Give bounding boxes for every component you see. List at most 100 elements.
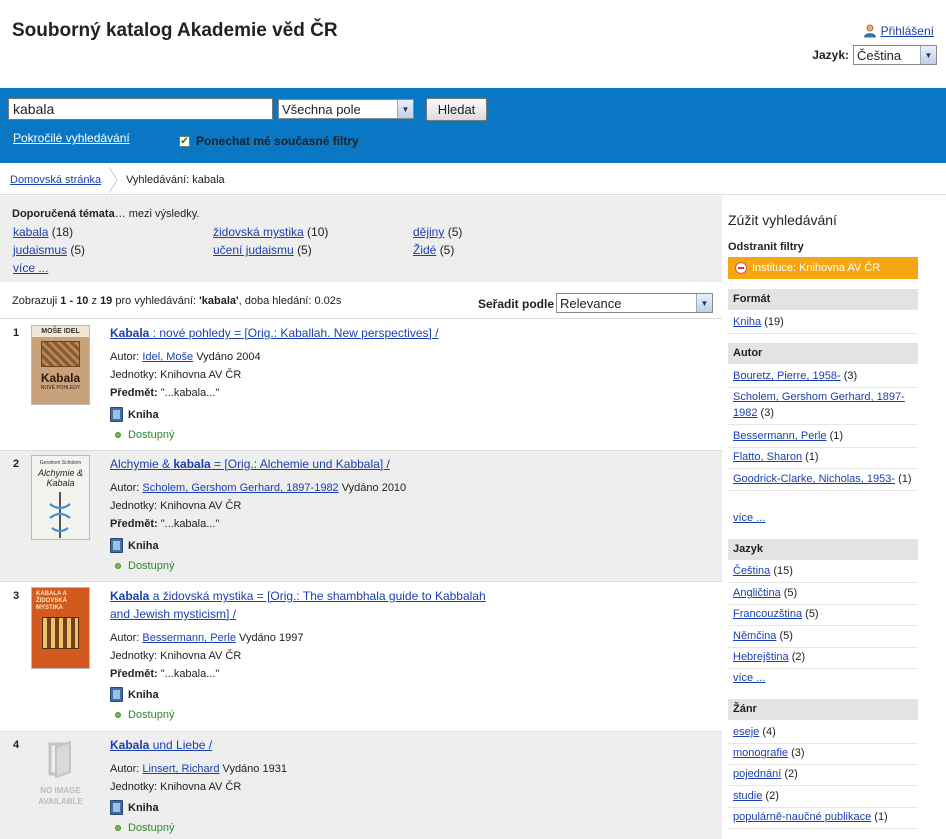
language-label: Jazyk: bbox=[812, 48, 849, 62]
no-image-icon bbox=[48, 740, 71, 779]
facet-item[interactable]: Čeština (15) bbox=[728, 560, 918, 583]
result-units: Jednotky: Knihovna AV ČR bbox=[110, 650, 242, 662]
facet-more-link[interactable]: více ... bbox=[728, 507, 918, 529]
sort-value: Relevance bbox=[560, 295, 622, 311]
breadcrumb-home[interactable]: Domovská stránka bbox=[10, 174, 101, 186]
book-icon bbox=[110, 538, 123, 553]
breadcrumb-separator-icon bbox=[108, 167, 118, 193]
remove-filter-icon[interactable] bbox=[735, 262, 747, 274]
topic-item[interactable]: judaismus (5) bbox=[13, 243, 85, 257]
facet-heading-language: Jazyk bbox=[728, 539, 918, 560]
language-select[interactable]: Čeština ▼ bbox=[853, 45, 937, 65]
book-cover[interactable]: KABALA A ŽIDOVSKÁ MYSTIKA bbox=[31, 587, 90, 669]
result-author: Autor: Bessermann, Perle Vydáno 1997 bbox=[110, 632, 304, 644]
facet-item[interactable]: Flatto, Sharon (1) bbox=[728, 446, 918, 469]
remove-filters-label: Odstranit filtry bbox=[728, 241, 804, 253]
chevron-down-icon: ▼ bbox=[397, 100, 413, 118]
search-field-value: Všechna pole bbox=[282, 101, 361, 117]
author-link[interactable]: Linsert, Richard bbox=[142, 763, 219, 775]
result-availability: Dostupný bbox=[115, 560, 174, 572]
topics-more-link[interactable]: více ... bbox=[13, 261, 48, 275]
result-units: Jednotky: Knihovna AV ČR bbox=[110, 781, 242, 793]
sort-label: Seřadit podle bbox=[478, 297, 555, 311]
site-title: Souborný katalog Akademie věd ČR bbox=[12, 20, 338, 41]
facet-item[interactable]: Angličtina (5) bbox=[728, 582, 918, 605]
search-button[interactable]: Hledat bbox=[426, 98, 487, 121]
result-format: Kniha bbox=[110, 407, 159, 422]
result-subject: Předmět: "...kabala..." bbox=[110, 668, 220, 680]
keep-filters-label: Ponechat mé současné filtry bbox=[196, 134, 359, 148]
facet-item[interactable]: Hebrejština (2) bbox=[728, 646, 918, 669]
facet-item[interactable]: Němčina (5) bbox=[728, 625, 918, 648]
result-count: Zobrazuji 1 - 10 z 19 pro vyhledávání: '… bbox=[12, 295, 342, 307]
facet-heading-author: Autor bbox=[728, 343, 918, 364]
search-input[interactable]: kabala bbox=[8, 98, 273, 120]
facet-item[interactable]: monografie (3) bbox=[728, 742, 918, 765]
result-units: Jednotky: Knihovna AV ČR bbox=[110, 369, 242, 381]
facet-item[interactable]: Francouzština (5) bbox=[728, 603, 918, 626]
book-icon bbox=[110, 800, 123, 815]
facet-item[interactable]: populárně-naučné publikace (1) bbox=[728, 806, 918, 829]
author-link[interactable]: Idel, Moše bbox=[142, 351, 193, 363]
author-link[interactable]: Scholem, Gershom Gerhard, 1897-1982 bbox=[142, 482, 338, 494]
result-author: Autor: Scholem, Gershom Gerhard, 1897-19… bbox=[110, 482, 407, 494]
search-field-select[interactable]: Všechna pole ▼ bbox=[278, 99, 414, 119]
result-row bbox=[0, 732, 722, 839]
result-author: Autor: Idel, Moše Vydáno 2004 bbox=[110, 351, 261, 363]
result-format: Kniha bbox=[110, 538, 159, 553]
login-label[interactable]: Přihlášení bbox=[881, 24, 934, 38]
result-title-link[interactable]: Kabala : nové pohledy = [Orig.: Kaballah… bbox=[110, 324, 439, 342]
book-icon bbox=[110, 687, 123, 702]
result-availability: Dostupný bbox=[115, 822, 174, 834]
sidebar-title: Zúžit vyhledávání bbox=[728, 212, 837, 228]
facet-more-link[interactable]: více ... bbox=[728, 667, 918, 689]
keep-filters-checkbox[interactable]: ✔ bbox=[179, 135, 190, 147]
facet-item[interactable]: Kniha (19) bbox=[728, 311, 918, 334]
result-title-link[interactable]: Alchymie & kabala = [Orig.: Alchemie und… bbox=[110, 455, 390, 473]
book-cover[interactable]: Gershom Scholem Alchymie & Kabala bbox=[31, 455, 90, 540]
facet-heading-format: Formát bbox=[728, 289, 918, 310]
topic-item[interactable]: kabala (18) bbox=[13, 225, 73, 239]
topics-heading: Doporučená témata… mezi výsledky. bbox=[12, 208, 200, 220]
user-icon bbox=[863, 24, 876, 38]
active-filter[interactable]: Instituce: Knihovna AV ČR bbox=[728, 257, 918, 279]
status-dot-icon bbox=[115, 825, 121, 831]
topic-item[interactable]: židovská mystika (10) bbox=[213, 225, 328, 239]
book-icon bbox=[110, 407, 123, 422]
result-number: 2 bbox=[13, 458, 20, 470]
no-image-placeholder: NO IMAGE AVAILABLE bbox=[31, 738, 90, 810]
status-dot-icon bbox=[115, 563, 121, 569]
result-format: Kniha bbox=[110, 687, 159, 702]
facet-item[interactable]: Bouretz, Pierre, 1958- (3) bbox=[728, 365, 918, 388]
facet-item[interactable]: Bessermann, Perle (1) bbox=[728, 425, 918, 448]
sort-select[interactable]: Relevance ▼ bbox=[556, 293, 713, 313]
result-author: Autor: Linsert, Richard Vydáno 1931 bbox=[110, 763, 287, 775]
facet-heading-genre: Žánr bbox=[728, 699, 918, 720]
facet-item[interactable]: pojednání (2) bbox=[728, 763, 918, 786]
topic-item[interactable]: Židé (5) bbox=[413, 243, 454, 257]
chevron-down-icon: ▼ bbox=[696, 294, 712, 312]
login-link[interactable]: Přihlášení bbox=[863, 24, 934, 38]
language-value: Čeština bbox=[857, 47, 902, 63]
result-number: 4 bbox=[13, 739, 20, 751]
keep-filters-option[interactable]: ✔ Ponechat mé současné filtry bbox=[179, 134, 359, 148]
advanced-search-link[interactable]: Pokročilé vyhledávání bbox=[13, 131, 130, 145]
language-switcher: Jazyk: Čeština ▼ bbox=[812, 45, 937, 65]
facet-item[interactable]: studie (2) bbox=[728, 785, 918, 808]
author-link[interactable]: Bessermann, Perle bbox=[142, 632, 236, 644]
result-format: Kniha bbox=[110, 800, 159, 815]
topic-item[interactable]: učení judaismu (5) bbox=[213, 243, 312, 257]
result-subject: Předmět: "...kabala..." bbox=[110, 518, 220, 530]
result-title-link[interactable]: Kabala a židovská mystika = [Orig.: The … bbox=[110, 587, 510, 623]
facet-item[interactable]: Scholem, Gershom Gerhard, 1897-1982 (3) bbox=[728, 386, 918, 425]
result-subject: Předmět: "...kabala..." bbox=[110, 387, 220, 399]
result-title-link[interactable]: Kabala und Liebe / bbox=[110, 736, 212, 754]
book-cover[interactable]: MOŠE IDEL Kabala NOVÉ POHLEDY bbox=[31, 325, 90, 405]
chevron-down-icon: ▼ bbox=[920, 46, 936, 64]
facet-item[interactable]: Goodrick-Clarke, Nicholas, 1953- (1) bbox=[728, 468, 918, 491]
result-units: Jednotky: Knihovna AV ČR bbox=[110, 500, 242, 512]
topic-item[interactable]: dějiny (5) bbox=[413, 225, 462, 239]
facet-item[interactable]: eseje (4) bbox=[728, 721, 918, 744]
breadcrumb-current: Vyhledávání: kabala bbox=[126, 174, 225, 186]
result-number: 3 bbox=[13, 590, 20, 602]
